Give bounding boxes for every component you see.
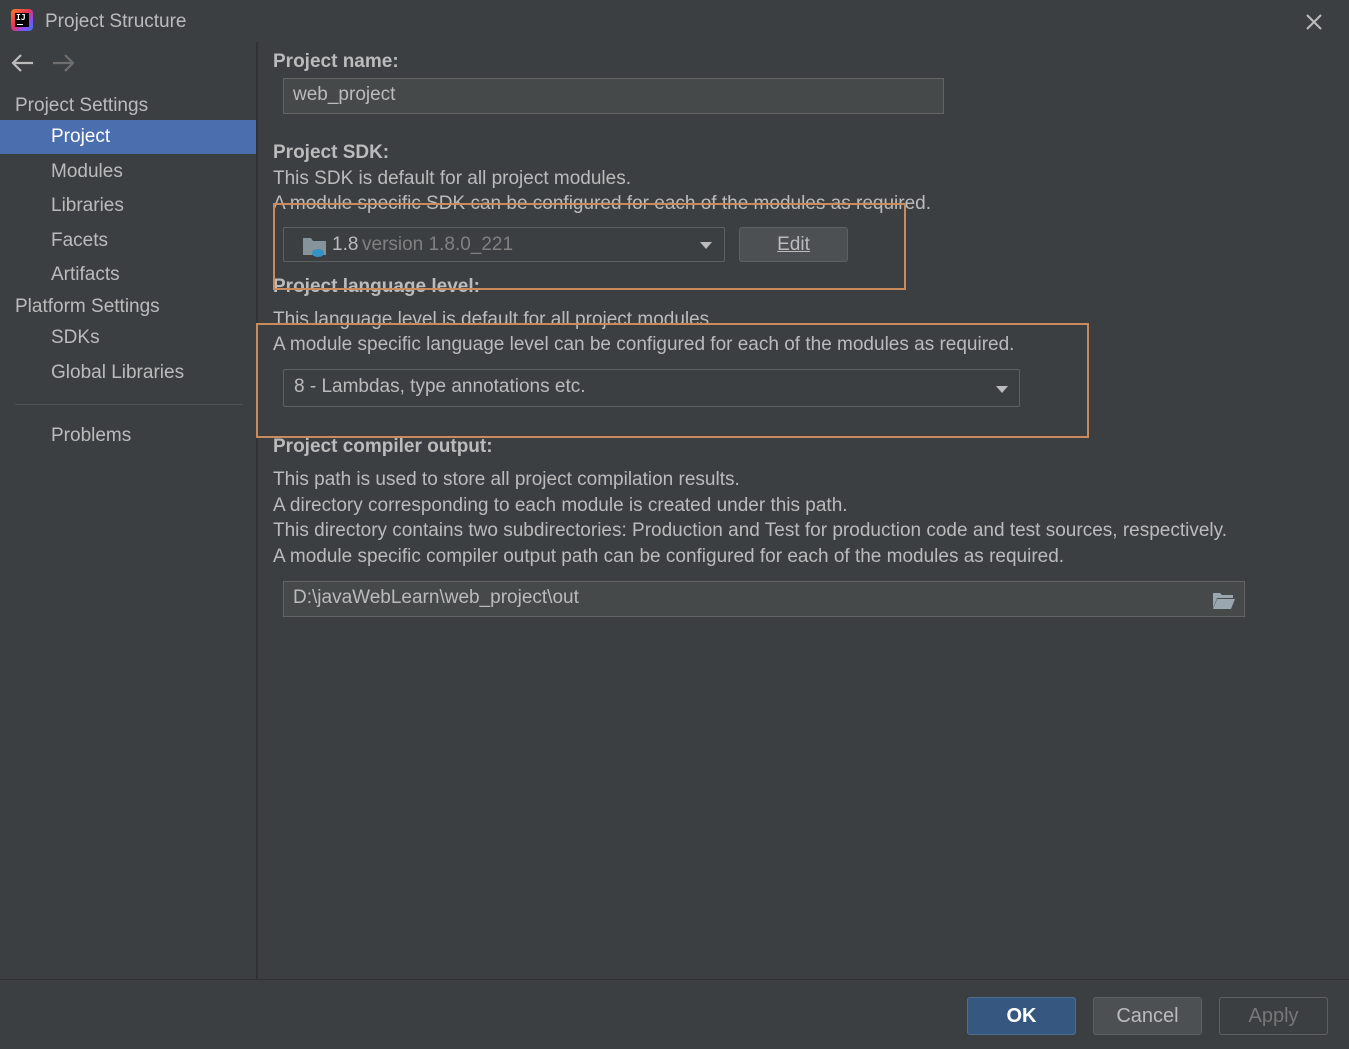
back-arrow-icon[interactable] bbox=[10, 52, 36, 74]
compiler-output-description-3: This directory contains two subdirectori… bbox=[273, 520, 1227, 541]
compiler-output-description-1: This path is used to store all project c… bbox=[273, 469, 740, 490]
language-level-description-1: This language level is default for all p… bbox=[273, 309, 715, 330]
compiler-output-description-2: A directory corresponding to each module… bbox=[273, 495, 848, 516]
project-name-value: web_project bbox=[293, 84, 396, 105]
sdk-dropdown[interactable]: 1.8 version 1.8.0_221 bbox=[283, 227, 725, 262]
sidebar-item-label: Libraries bbox=[51, 195, 124, 216]
sdk-folder-icon bbox=[303, 238, 326, 257]
sdk-name: 1.8 bbox=[332, 234, 359, 255]
edit-button-label: Edit bbox=[777, 234, 810, 255]
sdk-description-1: This SDK is default for all project modu… bbox=[273, 168, 631, 189]
sidebar-item-artifacts[interactable]: Artifacts bbox=[0, 258, 256, 292]
sidebar-item-facets[interactable]: Facets bbox=[0, 224, 256, 258]
sidebar-item-sdks[interactable]: SDKs bbox=[0, 321, 256, 355]
sidebar-item-label: Problems bbox=[51, 425, 132, 446]
project-sdk-label: Project SDK: bbox=[273, 142, 390, 163]
sidebar-item-global-libraries[interactable]: Global Libraries bbox=[0, 356, 256, 390]
project-name-label: Project name: bbox=[273, 51, 399, 72]
sdk-version: version 1.8.0_221 bbox=[362, 234, 514, 255]
sidebar-item-label: Global Libraries bbox=[51, 362, 185, 383]
cancel-button[interactable]: Cancel bbox=[1093, 997, 1202, 1035]
compiler-output-path-value: D:\javaWebLearn\web_project\out bbox=[293, 587, 579, 608]
sidebar-item-label: Artifacts bbox=[51, 264, 120, 285]
intellij-logo-icon: IJ bbox=[11, 9, 33, 31]
sidebar-separator bbox=[15, 404, 243, 405]
compiler-output-path-input[interactable]: D:\javaWebLearn\web_project\out bbox=[283, 581, 1245, 617]
sidebar-item-problems[interactable]: Problems bbox=[0, 419, 256, 453]
language-level-dropdown[interactable]: 8 - Lambdas, type annotations etc. bbox=[283, 369, 1020, 407]
sidebar-item-libraries[interactable]: Libraries bbox=[0, 189, 256, 223]
sdk-description-2: A module specific SDK can be configured … bbox=[273, 193, 931, 214]
close-icon[interactable] bbox=[1300, 8, 1328, 36]
project-name-input[interactable]: web_project bbox=[283, 78, 944, 114]
chevron-down-icon bbox=[700, 242, 712, 249]
forward-arrow-icon[interactable] bbox=[50, 52, 76, 74]
sidebar-item-modules[interactable]: Modules bbox=[0, 155, 256, 189]
section-project-settings: Project Settings bbox=[15, 95, 149, 116]
language-level-value: 8 - Lambdas, type annotations etc. bbox=[294, 376, 586, 397]
chevron-down-icon bbox=[996, 386, 1008, 393]
language-level-label: Project language level: bbox=[273, 276, 480, 297]
apply-button[interactable]: Apply bbox=[1219, 997, 1328, 1035]
section-platform-settings: Platform Settings bbox=[15, 296, 160, 317]
browse-folder-icon[interactable] bbox=[1212, 590, 1236, 610]
title-bar: IJ Project Structure bbox=[0, 0, 1349, 42]
sidebar-item-label: Modules bbox=[51, 161, 123, 182]
compiler-output-description-4: A module specific compiler output path c… bbox=[273, 546, 1065, 567]
sidebar-item-label: Project bbox=[51, 126, 111, 147]
language-level-description-2: A module specific language level can be … bbox=[273, 334, 1015, 355]
edit-sdk-button[interactable]: Edit bbox=[739, 227, 848, 262]
sidebar-item-label: SDKs bbox=[51, 327, 100, 348]
sidebar-item-project[interactable]: Project bbox=[0, 120, 256, 154]
ok-button[interactable]: OK bbox=[967, 997, 1076, 1035]
window-title: Project Structure bbox=[45, 11, 187, 32]
sidebar-item-label: Facets bbox=[51, 230, 109, 251]
compiler-output-label: Project compiler output: bbox=[273, 436, 493, 457]
